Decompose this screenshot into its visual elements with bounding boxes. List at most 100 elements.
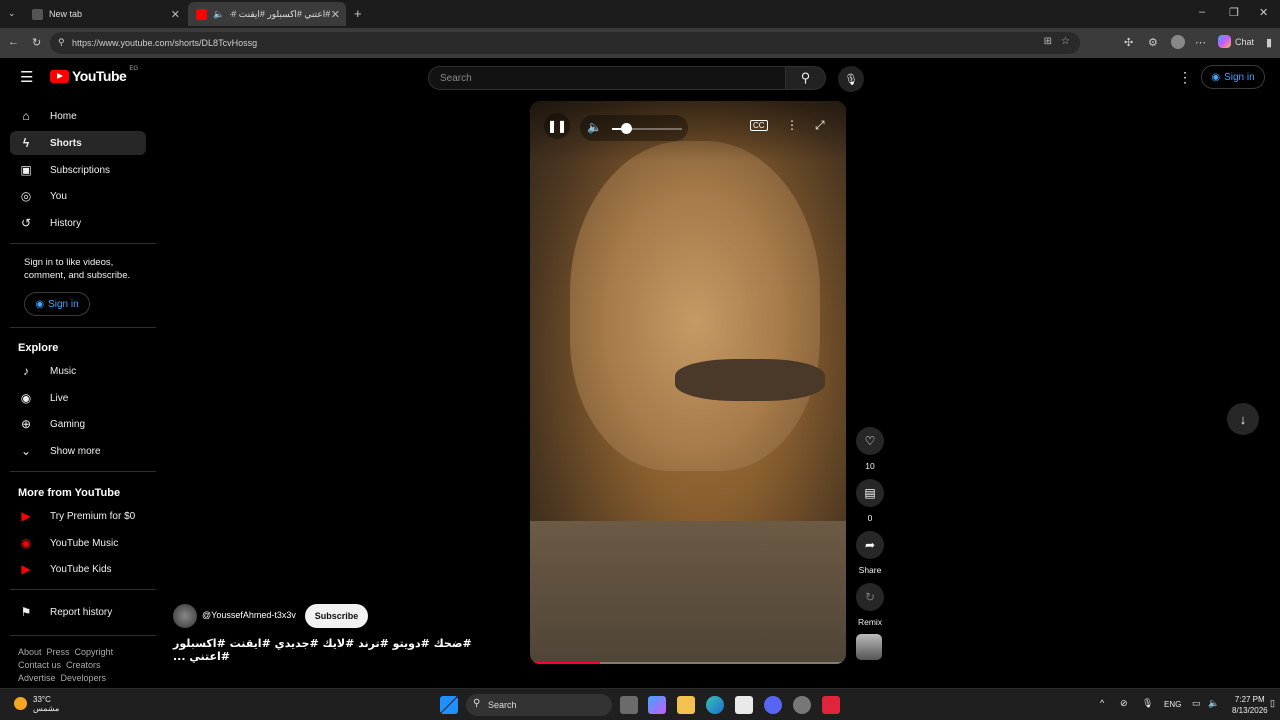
taskbar-search[interactable]: ⚲ Search bbox=[466, 694, 612, 716]
windows-taskbar: 33°C مشمس ⚲ Search ^ ⊘ 🎙 ENG ▭ 🔈 7:27 PM… bbox=[0, 688, 1280, 720]
profile-avatar[interactable] bbox=[1171, 35, 1185, 49]
weather-widget[interactable]: 33°C مشمس bbox=[33, 695, 59, 713]
app-available-icon[interactable]: ⊞ bbox=[1044, 36, 1052, 47]
close-tab-icon[interactable]: ✕ bbox=[331, 8, 340, 21]
extensions-icon[interactable]: ✣ bbox=[1124, 36, 1133, 49]
language-indicator[interactable]: ENG bbox=[1164, 700, 1181, 709]
pause-button[interactable]: ❚❚ bbox=[544, 113, 570, 139]
sidebar-item-home[interactable]: ⌂ Home bbox=[10, 104, 146, 128]
settings-kebab-icon[interactable]: ⋮ bbox=[1178, 69, 1192, 86]
tab-new-tab[interactable]: New tab ✕ bbox=[24, 2, 186, 26]
sidebar-toggle-icon[interactable]: ▮ bbox=[1266, 36, 1272, 49]
sidebar-item-premium[interactable]: ▶ Try Premium for $0 bbox=[10, 504, 146, 528]
sidebar-item-history[interactable]: ↺ History bbox=[10, 211, 146, 235]
site-info-icon[interactable]: ⚲ bbox=[58, 37, 65, 48]
channel-name[interactable]: @YoussefAhmed-t3x3v bbox=[202, 610, 296, 620]
channel-avatar[interactable] bbox=[173, 604, 197, 628]
sound-thumbnail[interactable] bbox=[856, 634, 882, 660]
tray-chevron-icon[interactable]: ^ bbox=[1100, 698, 1104, 708]
like-action[interactable]: ♡ 10 bbox=[856, 427, 884, 471]
comment-icon[interactable]: ▤ bbox=[856, 479, 884, 507]
remix-label: Remix bbox=[857, 617, 883, 627]
weather-sun-icon[interactable] bbox=[14, 697, 27, 710]
sidebar-item-you[interactable]: ◎ You bbox=[10, 184, 146, 208]
favorite-star-icon[interactable]: ☆ bbox=[1061, 36, 1070, 47]
volume-slider-handle[interactable] bbox=[621, 123, 632, 134]
sidebar-item-youtube-kids[interactable]: ▶ YouTube Kids bbox=[10, 557, 146, 581]
share-action[interactable]: ➦ Share bbox=[856, 531, 884, 575]
tab-label: #اعتني #اكسبلور #ايقنت #جديد bbox=[230, 8, 331, 19]
puzzle-icon[interactable]: ⚙ bbox=[1148, 36, 1158, 49]
captions-icon[interactable]: CC bbox=[750, 120, 768, 131]
speaker-icon[interactable]: 🔈 bbox=[213, 9, 224, 20]
more-menu-icon[interactable]: ⋯ bbox=[1195, 36, 1206, 49]
task-view-icon[interactable] bbox=[620, 696, 638, 714]
heart-icon[interactable]: ♡ bbox=[856, 427, 884, 455]
app-icon[interactable] bbox=[822, 696, 840, 714]
sidebar-item-live[interactable]: ◉ Live bbox=[10, 386, 146, 410]
clock-time: 7:27 PM bbox=[1234, 695, 1265, 704]
sidebar-item-show-more[interactable]: ⌄ Show more bbox=[10, 439, 146, 463]
voice-search-button[interactable]: 🎙 bbox=[838, 66, 864, 92]
footer-link[interactable]: Advertise bbox=[18, 673, 56, 683]
sidebar-item-subscriptions[interactable]: ▣ Subscriptions bbox=[10, 158, 146, 182]
back-icon[interactable]: ← bbox=[8, 36, 19, 48]
close-window-icon[interactable]: ✕ bbox=[1259, 6, 1268, 19]
tab-menu-icon[interactable]: ⌄ bbox=[8, 8, 16, 19]
sidebar-item-music[interactable]: ♪ Music bbox=[10, 359, 146, 383]
share-icon[interactable]: ➦ bbox=[856, 531, 884, 559]
footer-link[interactable]: Copyright bbox=[75, 647, 114, 657]
footer-link[interactable]: Creators bbox=[66, 660, 101, 670]
sidebar-item-report-history[interactable]: ⚑ Report history bbox=[10, 600, 146, 624]
new-tab-button[interactable]: + bbox=[354, 6, 362, 21]
comment-action[interactable]: ▤ 0 bbox=[856, 479, 884, 523]
sidebar-item-youtube-music[interactable]: ◉ YouTube Music bbox=[10, 531, 146, 555]
sidebar-item-shorts[interactable]: ϟ Shorts bbox=[10, 131, 146, 155]
volume-tray-icon[interactable]: 🔈 bbox=[1208, 698, 1219, 709]
url-field[interactable]: ⚲ https://www.youtube.com/shorts/DL8TcvH… bbox=[50, 32, 1080, 54]
network-icon[interactable]: ⊘ bbox=[1120, 698, 1128, 709]
short-caption[interactable]: #ضحك #دويتو #ترند #لايك #جديدي #ايقنت #ا… bbox=[173, 637, 473, 663]
next-short-button[interactable]: ↓ bbox=[1227, 403, 1259, 435]
footer-link[interactable]: Developers bbox=[61, 673, 107, 683]
sidebar-item-label: Home bbox=[50, 110, 77, 122]
display-icon[interactable]: ▭ bbox=[1192, 698, 1201, 709]
more-options-icon[interactable]: ⋮ bbox=[786, 118, 798, 132]
volume-icon[interactable]: 🔈 bbox=[587, 120, 602, 134]
notifications-icon[interactable]: ▯ bbox=[1270, 698, 1275, 709]
refresh-icon[interactable]: ↻ bbox=[32, 36, 41, 49]
discord-icon[interactable] bbox=[764, 696, 782, 714]
subscriptions-icon: ▣ bbox=[20, 163, 32, 177]
sidebar-item-label: Report history bbox=[50, 606, 113, 618]
youtube-kids-icon: ▶ bbox=[21, 562, 31, 576]
minimize-icon[interactable]: – bbox=[1199, 6, 1205, 18]
subscribe-button[interactable]: Subscribe bbox=[305, 604, 368, 628]
tab-youtube-short[interactable]: 🔈 #اعتني #اكسبلور #ايقنت #جديد ✕ bbox=[188, 2, 346, 26]
maximize-icon[interactable]: ❐ bbox=[1229, 6, 1239, 19]
remix-action[interactable]: ↻ Remix bbox=[856, 583, 884, 627]
copilot-icon[interactable] bbox=[648, 696, 666, 714]
mic-tray-icon[interactable]: 🎙 bbox=[1142, 698, 1153, 709]
system-clock[interactable]: 7:27 PM 8/13/2026 bbox=[1232, 694, 1268, 716]
youtube-music-icon: ◉ bbox=[20, 536, 32, 550]
close-tab-icon[interactable]: ✕ bbox=[171, 8, 180, 21]
youtube-premium-icon: ▶ bbox=[21, 509, 31, 523]
sidebar-item-gaming[interactable]: ⊕ Gaming bbox=[10, 412, 146, 436]
search-input[interactable]: Search bbox=[428, 66, 786, 90]
footer-link[interactable]: About bbox=[18, 647, 42, 657]
search-button[interactable]: ⚲ bbox=[786, 66, 826, 90]
windows-start-icon[interactable] bbox=[440, 696, 458, 714]
file-explorer-icon[interactable] bbox=[677, 696, 695, 714]
short-video-player[interactable]: ❚❚ 🔈 CC ⋮ ⤢ bbox=[530, 101, 846, 664]
sidebar-sign-in-button[interactable]: ◉ Sign in bbox=[24, 292, 90, 316]
edge-browser-icon[interactable] bbox=[706, 696, 724, 714]
footer-link[interactable]: Press bbox=[47, 647, 70, 657]
footer-link[interactable]: Contact us bbox=[18, 660, 61, 670]
sidebar-item-label: Live bbox=[50, 392, 69, 404]
settings-icon[interactable] bbox=[793, 696, 811, 714]
sign-in-button[interactable]: ◉ Sign in bbox=[1201, 65, 1265, 89]
remix-icon[interactable]: ↻ bbox=[856, 583, 884, 611]
copilot-chat-button[interactable]: Chat bbox=[1218, 35, 1254, 48]
fullscreen-icon[interactable]: ⤢ bbox=[815, 118, 825, 133]
store-icon[interactable] bbox=[735, 696, 753, 714]
